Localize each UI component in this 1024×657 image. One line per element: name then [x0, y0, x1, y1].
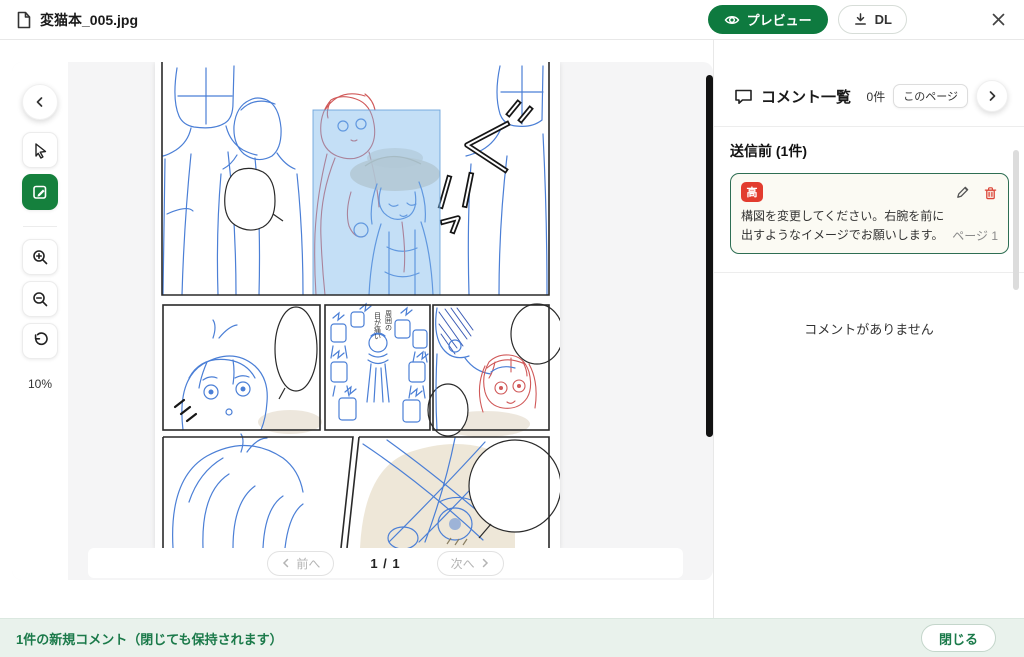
left-toolbar: 10% — [12, 62, 68, 580]
viewer-canvas[interactable]: 周囲の 目が痛い — [68, 62, 713, 580]
select-tool-button[interactable] — [22, 132, 58, 168]
zoom-out-icon — [31, 290, 49, 308]
back-button[interactable] — [22, 84, 58, 120]
crowd-inner-monologue-col2: 目が痛い — [374, 312, 382, 340]
title-bar: 変猫本_005.jpg プレビュー DL — [0, 0, 1024, 40]
zoom-in-button[interactable] — [22, 239, 58, 275]
chevron-right-icon — [986, 90, 998, 102]
no-comments-message: コメントがありません — [714, 273, 1024, 338]
download-icon — [853, 12, 868, 27]
toolbar-divider — [23, 226, 57, 227]
crowd-inner-monologue-col1: 周囲の — [385, 310, 393, 331]
file-icon — [16, 11, 32, 29]
priority-badge: 高 — [741, 182, 763, 202]
comment-card[interactable]: 高 構図を変更してください。右腕を前に出すようなイメージでお願いします。 ページ… — [730, 173, 1009, 254]
pending-comments-header: 送信前 (1件) — [730, 141, 1009, 161]
comment-count: 0件 — [867, 88, 886, 105]
close-button[interactable]: 閉じる — [921, 624, 996, 652]
annotate-tool-button[interactable] — [22, 174, 58, 210]
manga-sketch: 周囲の 目が痛い — [155, 62, 560, 548]
collapse-panel-button[interactable] — [976, 80, 1008, 112]
close-icon[interactable] — [989, 10, 1008, 29]
prev-page-button[interactable]: 前へ — [267, 551, 334, 576]
prev-page-label: 前へ — [296, 555, 320, 572]
zoom-out-button[interactable] — [22, 281, 58, 317]
edit-comment-button[interactable] — [955, 185, 970, 200]
zoom-level-indicator: 10% — [28, 377, 52, 391]
this-page-filter-button[interactable]: このページ — [893, 84, 968, 108]
download-label: DL — [875, 12, 892, 27]
reset-rotate-button[interactable] — [22, 323, 58, 359]
delete-comment-button[interactable] — [983, 185, 998, 200]
next-page-label: 次へ — [451, 555, 475, 572]
chevron-right-icon — [480, 558, 490, 568]
preview-label: プレビュー — [747, 10, 812, 29]
next-page-button[interactable]: 次へ — [437, 551, 504, 576]
comments-panel-title: コメント一覧 — [761, 86, 851, 107]
page-navigation: 前へ 1 / 1 次へ — [88, 548, 683, 578]
comments-panel: コメント一覧 0件 このページ 送信前 (1件) 高 — [713, 40, 1024, 618]
new-comment-status: 1件の新規コメント（閉じても保持されます） — [16, 629, 283, 648]
chevron-left-icon — [34, 96, 46, 108]
edit-pen-icon — [31, 183, 49, 201]
panel-scrollbar[interactable] — [1013, 150, 1019, 290]
main-area: 周囲の 目が痛い — [0, 40, 1024, 618]
comment-bubble-icon — [734, 88, 753, 105]
comments-panel-header: コメント一覧 0件 このページ — [714, 40, 1024, 127]
file-title: 変猫本_005.jpg — [16, 10, 138, 30]
viewer-scrollbar[interactable] — [706, 75, 713, 437]
cursor-icon — [31, 141, 49, 159]
image-viewer: 周囲の 目が痛い — [12, 62, 713, 580]
rotate-ccw-icon — [31, 332, 49, 350]
pencil-icon — [955, 185, 970, 200]
zoom-in-icon — [31, 248, 49, 266]
eye-icon — [724, 13, 740, 27]
pending-comments-section: 送信前 (1件) 高 構図を変更してください。右腕を前に出すようなイメージでお願… — [714, 127, 1024, 273]
page-indicator: 1 / 1 — [370, 556, 400, 571]
file-name: 変猫本_005.jpg — [40, 10, 138, 30]
chevron-left-icon — [281, 558, 291, 568]
bottom-status-bar: 1件の新規コメント（閉じても保持されます） 閉じる — [0, 618, 1024, 657]
preview-button[interactable]: プレビュー — [708, 5, 828, 34]
download-button[interactable]: DL — [838, 5, 907, 34]
manga-page-image[interactable]: 周囲の 目が痛い — [155, 62, 560, 548]
comment-page-ref: ページ 1 — [952, 227, 998, 244]
trash-icon — [983, 185, 998, 200]
